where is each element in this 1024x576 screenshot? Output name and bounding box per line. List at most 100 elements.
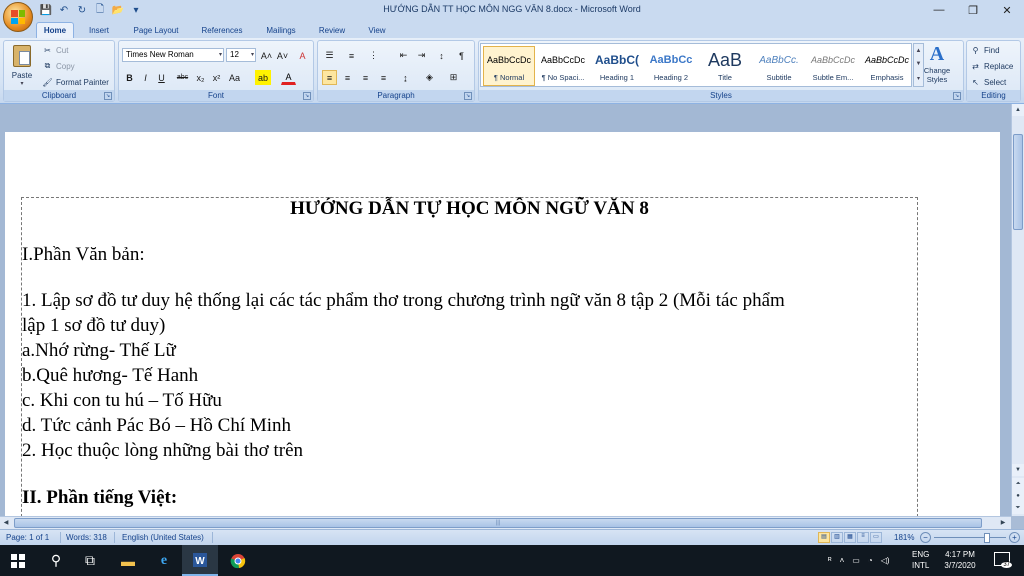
subscript-button[interactable]: x₂ [193,70,208,85]
language-indicator[interactable]: ENG INTL [912,549,929,571]
task-view-icon[interactable]: ⧉ [72,545,108,576]
sort-icon[interactable]: ↕ [434,48,449,63]
chevron-down-icon[interactable]: ▼ [916,61,922,67]
scroll-down-icon[interactable]: ▼ [1012,464,1024,476]
clipboard-launcher-icon[interactable]: ↘ [104,92,112,100]
zoom-level[interactable]: 181% [894,533,914,542]
font-color-button[interactable]: A [281,70,296,85]
tab-home[interactable]: Home [36,22,74,38]
align-left-icon[interactable]: ≡ [322,70,337,85]
zoom-slider-thumb[interactable] [984,533,990,543]
next-page-icon[interactable]: ⏷ [1012,502,1024,514]
minimize-button[interactable]: — [922,0,956,20]
search-icon[interactable]: ⚲ [38,545,74,576]
show-formatting-icon[interactable]: ¶ [454,48,469,63]
gallery-more-icon[interactable]: ▾ [917,75,920,82]
borders-icon[interactable]: ⊞ [446,70,461,85]
edge-browser-icon[interactable]: e [146,545,182,576]
font-launcher-icon[interactable]: ↘ [303,92,311,100]
style-normal[interactable]: AaBbCcDc ¶ Normal [483,46,535,86]
styles-launcher-icon[interactable]: ↘ [953,92,961,100]
italic-button[interactable]: I [138,70,153,85]
keyboard-icon[interactable]: ▭ [852,556,860,565]
justify-icon[interactable]: ≡ [376,70,391,85]
tab-insert[interactable]: Insert [80,22,118,38]
close-button[interactable]: ✕ [990,0,1024,20]
line-spacing-icon[interactable]: ↨ [398,70,413,85]
zoom-slider[interactable] [934,537,1006,538]
notification-center-icon[interactable]: 37 [994,552,1012,568]
tab-page-layout[interactable]: Page Layout [126,22,186,38]
word-app-icon[interactable]: W [182,545,218,576]
superscript-button[interactable]: x² [209,70,224,85]
draft-icon[interactable]: ▭ [870,532,882,543]
chrome-icon[interactable] [220,545,256,576]
full-screen-reading-icon[interactable]: ▥ [831,532,843,543]
copy-button[interactable]: ⧉ Copy [42,60,75,72]
shading-icon[interactable]: ◈ [422,70,437,85]
select-button[interactable]: ↖ Select [970,76,1006,88]
word-count[interactable]: Words: 318 [66,533,107,542]
font-family-select[interactable]: Times New Roman ▾ [122,48,224,62]
outline-icon[interactable]: ≡ [857,532,869,543]
strikethrough-button[interactable]: abc [175,70,190,85]
tab-review[interactable]: Review [312,22,352,38]
format-painter-button[interactable]: 🖌 Format Painter [42,76,108,88]
windows-start-icon[interactable] [0,545,36,576]
horizontal-scrollbar[interactable]: ◀ ||| ▶ [0,516,1011,529]
shrink-font-icon[interactable]: A˅ [275,48,290,63]
bullets-icon[interactable]: ☰ [322,48,337,63]
zoom-in-icon[interactable]: + [1009,532,1020,543]
bold-button[interactable]: B [122,70,137,85]
style-subtitle[interactable]: AaBbCc. Subtitle [753,46,805,86]
zoom-out-icon[interactable]: − [920,532,931,543]
previous-page-icon[interactable]: ⏶ [1012,478,1024,490]
replace-button[interactable]: ⇄ Replace [970,60,1013,72]
change-case-button[interactable]: Aa [227,70,242,85]
gallery-scroll[interactable]: ▲ ▼ ▾ [913,43,924,87]
style-subtle-emphasis[interactable]: AaBbCcDc Subtle Em... [807,46,859,86]
vertical-scrollbar[interactable]: ▲ ▼ ⏶ ● ⏷ [1011,104,1024,516]
tab-view[interactable]: View [360,22,394,38]
underline-button[interactable]: U [154,70,169,85]
scroll-up-icon[interactable]: ▲ [1012,104,1024,116]
print-layout-icon[interactable]: ▤ [818,532,830,543]
tab-references[interactable]: References [194,22,250,38]
highlight-color-button[interactable]: ab [255,70,271,85]
style-emphasis[interactable]: AaBbCcDc Emphasis [861,46,913,86]
align-center-icon[interactable]: ≡ [340,70,355,85]
restore-button[interactable]: ❐ [956,0,990,20]
page-count[interactable]: Page: 1 of 1 [6,533,49,542]
chevron-up-icon[interactable]: ˄ [840,556,845,565]
language-status[interactable]: English (United States) [122,533,204,542]
style-no-spacing[interactable]: AaBbCcDc ¶ No Spaci... [537,46,589,86]
align-right-icon[interactable]: ≡ [358,70,373,85]
file-explorer-icon[interactable]: ▬ [110,545,146,576]
clear-formatting-icon[interactable]: A [295,48,310,63]
font-size-select[interactable]: 12 ▾ [226,48,256,62]
cut-button[interactable]: ✂ Cut [42,44,68,56]
paste-button[interactable]: Paste ▾ [8,43,36,91]
scroll-left-icon[interactable]: ◀ [0,517,12,529]
find-button[interactable]: ⚲ Find [970,44,1000,56]
tab-mailings[interactable]: Mailings [258,22,304,38]
grow-font-icon[interactable]: A˄ [259,48,274,63]
wifi-icon[interactable]: ◔ [868,556,873,565]
scroll-right-icon[interactable]: ▶ [997,517,1009,529]
multilevel-list-icon[interactable]: ⋮ [366,48,381,63]
numbering-icon[interactable]: ≡ [344,48,359,63]
increase-indent-icon[interactable]: ⇥ [414,48,429,63]
decrease-indent-icon[interactable]: ⇤ [396,48,411,63]
horizontal-scroll-thumb[interactable]: ||| [14,518,982,528]
volume-icon[interactable]: ◁) [881,556,890,565]
vertical-scroll-thumb[interactable] [1013,134,1023,230]
style-heading-1[interactable]: AaBbC( Heading 1 [591,46,643,86]
office-button[interactable] [3,2,33,32]
web-layout-icon[interactable]: ▦ [844,532,856,543]
clock[interactable]: 4:17 PM 3/7/2020 [940,549,980,571]
people-icon[interactable]: ᴿ [828,556,832,565]
browse-object-icon[interactable]: ● [1012,490,1024,502]
paragraph-launcher-icon[interactable]: ↘ [464,92,472,100]
style-heading-2[interactable]: AaBbCc Heading 2 [645,46,697,86]
chevron-up-icon[interactable]: ▲ [916,48,922,54]
